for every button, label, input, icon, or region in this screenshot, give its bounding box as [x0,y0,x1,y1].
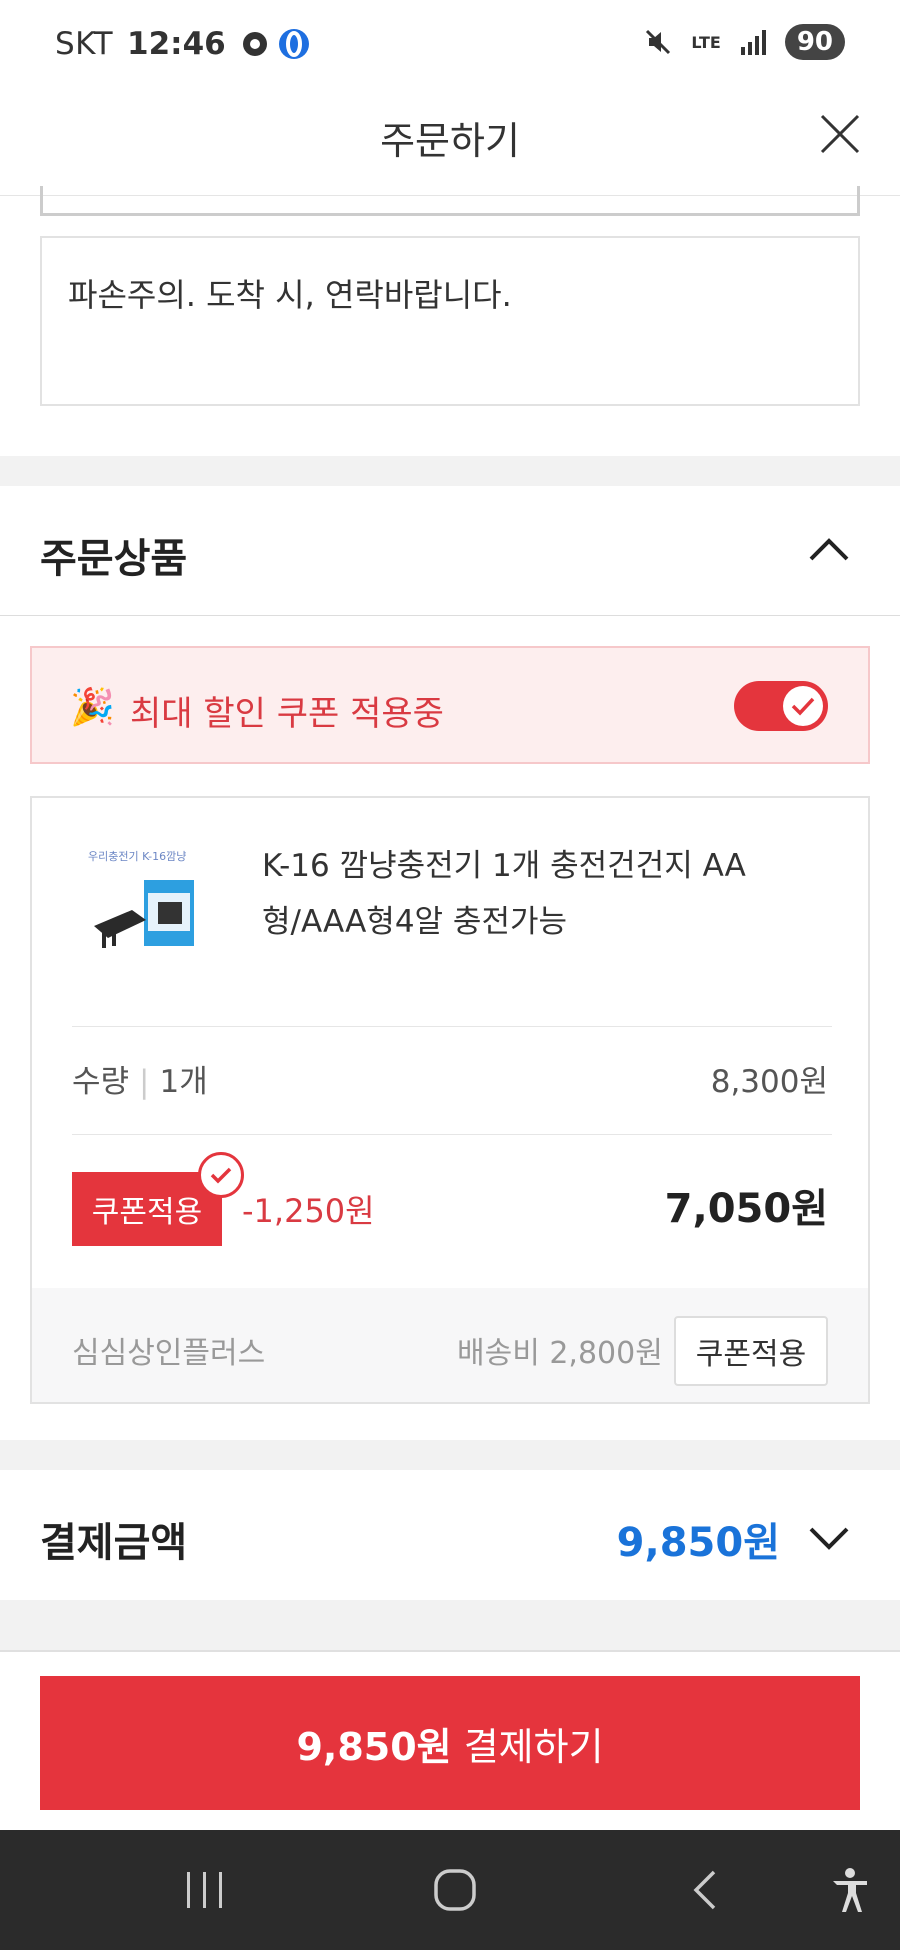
accessibility-icon[interactable] [820,1830,880,1950]
order-items-header[interactable]: 주문상품 [0,486,900,616]
divider [72,1134,832,1135]
carrier-label: SKT [55,26,114,62]
aperture-icon [242,32,267,56]
final-price: 7,050원 [664,1186,828,1232]
address-field[interactable] [40,186,860,216]
checkout-button[interactable]: 9,850원 결제하기 [40,1676,860,1810]
shipping-fee: 배송비 2,800원 [457,1336,663,1371]
product-name[interactable]: K-16 깜냥충전기 1개 충전건건지 AA형/AAA형4알 충전가능 [262,838,842,950]
discount-amount: -1,250원 [242,1192,375,1230]
check-icon [791,697,815,716]
checkout-amount: 9,850원 [296,1724,452,1769]
section-gap [0,456,900,486]
check-icon [210,1167,232,1184]
recents-icon[interactable] [170,1830,240,1950]
delivery-memo-field[interactable]: 파손주의. 도착 시, 연락바랍니다. [40,236,860,406]
chevron-up-icon[interactable] [808,536,850,562]
payment-amount-header[interactable]: 결제금액 9,850원 [0,1470,900,1600]
quantity-row: 수량 | 1개 [72,1056,208,1101]
divider [0,1650,900,1652]
back-icon[interactable] [670,1830,740,1950]
apply-coupon-button[interactable]: 쿠폰적용 [674,1316,828,1386]
unit-price: 8,300원 [710,1064,828,1100]
party-icon: 🎉 [70,687,115,728]
seller-bar: 심심상인플러스 배송비 2,800원 쿠폰적용 [32,1288,868,1402]
close-icon[interactable] [818,112,862,156]
chevron-down-icon[interactable] [808,1526,850,1552]
order-items-title: 주문상품 [40,536,188,582]
clock: 12:46 [127,26,226,62]
quantity-separator: | [139,1064,150,1100]
status-bar: SKT 12:46 LTE 90 [0,0,900,92]
max-coupon-toggle[interactable] [734,681,828,731]
seller-name: 심심상인플러스 [72,1336,266,1371]
signal-icon [740,30,766,55]
page-title: 주문하기 [380,119,520,163]
section-gap [0,1440,900,1470]
product-image[interactable]: 우리충전기 K-16깜냥 [72,838,212,978]
divider [72,1026,832,1027]
header: 주문하기 [0,92,900,196]
battery-indicator: 90 [784,24,845,60]
toggle-knob [783,686,823,726]
browser-icon [278,29,309,59]
payment-amount-value: 9,850원 [616,1520,780,1566]
quantity-value: 1개 [159,1064,208,1100]
max-coupon-banner: 🎉 최대 할인 쿠폰 적용중 [30,646,870,764]
home-icon[interactable] [420,1830,490,1950]
coupon-check-badge [198,1152,244,1198]
product-card: 우리충전기 K-16깜냥 K-16 깜냥충전기 1개 충전건건지 AA형/AAA… [30,796,870,1404]
checkout-label: 결제하기 [451,1724,604,1769]
mute-icon [646,29,671,55]
quantity-label: 수량 [72,1064,130,1100]
product-image-text: 우리충전기 K-16깜냥 [88,850,186,863]
lte-indicator: LTE [691,32,721,52]
coupon-banner-text: 최대 할인 쿠폰 적용중 [130,694,444,734]
section-gap [0,1600,900,1650]
payment-amount-label: 결제금액 [40,1520,188,1566]
system-nav-bar [0,1830,900,1950]
